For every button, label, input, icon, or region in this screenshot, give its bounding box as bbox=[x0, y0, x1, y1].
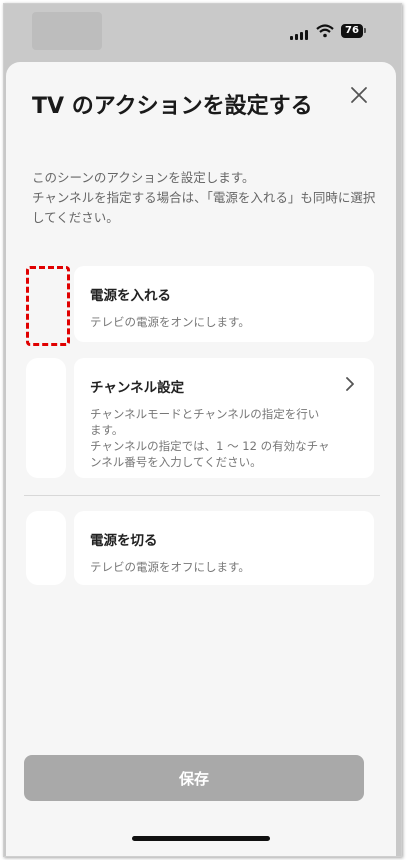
action-description: チャンネルモードとチャンネルの指定を行います。 チャンネルの指定では、1 〜 1… bbox=[90, 407, 330, 469]
action-title: 電源を切る bbox=[90, 533, 158, 549]
battery-icon: 76 bbox=[341, 24, 367, 38]
battery-level: 76 bbox=[341, 24, 363, 38]
action-row-channel[interactable]: チャンネル設定 チャンネルモードとチャンネルの指定を行います。 チャンネルの指定… bbox=[26, 358, 374, 480]
home-indicator bbox=[132, 836, 270, 841]
save-button[interactable]: 保存 bbox=[24, 755, 364, 801]
sheet-title: TV のアクションを設定する bbox=[32, 94, 313, 119]
selection-marker[interactable] bbox=[26, 358, 66, 478]
action-description: テレビの電源をオフにします。 bbox=[90, 560, 250, 574]
status-time-blurred bbox=[32, 12, 102, 50]
action-row-power-on[interactable]: 電源を入れる テレビの電源をオンにします。 bbox=[26, 266, 374, 346]
section-divider bbox=[24, 495, 380, 496]
action-card-channel[interactable]: チャンネル設定 チャンネルモードとチャンネルの指定を行います。 チャンネルの指定… bbox=[74, 358, 374, 478]
action-settings-sheet: TV のアクションを設定する このシーンのアクションを設定します。 チャンネルを… bbox=[6, 62, 396, 856]
action-description: テレビの電源をオンにします。 bbox=[90, 315, 250, 329]
selection-marker-highlighted[interactable] bbox=[26, 266, 70, 346]
selection-marker[interactable] bbox=[26, 511, 66, 585]
screenshot-frame: 76 TV のアクションを設定する このシーンのアクションを設定します。 チャン… bbox=[3, 3, 402, 857]
action-card-power-on[interactable]: 電源を入れる テレビの電源をオンにします。 bbox=[74, 266, 374, 342]
action-title: 電源を入れる bbox=[90, 288, 171, 304]
action-card-power-off[interactable]: 電源を切る テレビの電源をオフにします。 bbox=[74, 511, 374, 585]
wifi-icon bbox=[316, 24, 334, 38]
close-icon[interactable] bbox=[348, 84, 370, 106]
status-bar: 76 bbox=[4, 4, 401, 60]
chevron-right-icon bbox=[346, 377, 354, 391]
signal-icon bbox=[290, 30, 308, 40]
action-title: チャンネル設定 bbox=[90, 380, 185, 396]
action-row-power-off[interactable]: 電源を切る テレビの電源をオフにします。 bbox=[26, 511, 374, 587]
sheet-description: このシーンのアクションを設定します。 チャンネルを指定する場合は、「電源を入れる… bbox=[32, 170, 376, 225]
